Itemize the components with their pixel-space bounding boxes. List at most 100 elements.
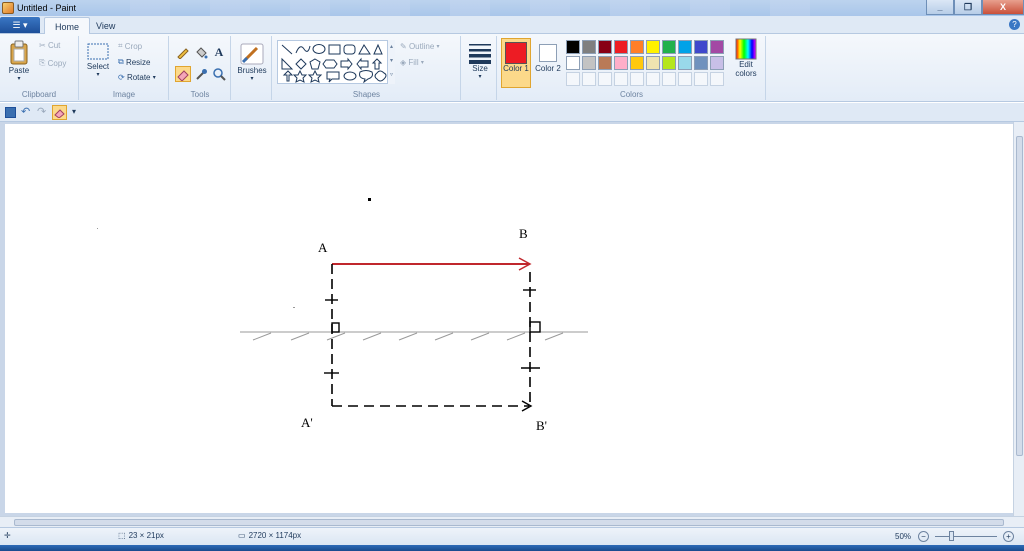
custom-color-slot[interactable] bbox=[678, 72, 692, 86]
crop-button[interactable]: ⌗ Crop bbox=[118, 41, 142, 51]
custom-color-slot[interactable] bbox=[710, 72, 724, 86]
palette-swatch[interactable] bbox=[662, 56, 676, 70]
zoom-out-icon[interactable]: − bbox=[918, 531, 930, 542]
custom-color-slot[interactable] bbox=[582, 72, 596, 86]
palette-swatch[interactable] bbox=[630, 56, 644, 70]
palette-swatch[interactable] bbox=[694, 40, 708, 54]
cut-button[interactable]: ✂ Cut bbox=[39, 41, 60, 50]
fill-label: Fill bbox=[408, 58, 419, 67]
palette-swatch[interactable] bbox=[646, 40, 660, 54]
scroll-down-icon: ▾ bbox=[389, 58, 393, 64]
select-dropdown-icon: ▾ bbox=[96, 72, 100, 78]
rotate-icon: ⟳ bbox=[118, 73, 125, 82]
palette-swatch[interactable] bbox=[598, 40, 612, 54]
zoom-slider[interactable] bbox=[935, 531, 998, 541]
clipboard-group-label: Clipboard bbox=[21, 90, 57, 99]
paste-dropdown-icon: ▾ bbox=[17, 76, 21, 82]
palette-swatch[interactable] bbox=[678, 40, 692, 54]
eyedropper-icon bbox=[196, 69, 207, 80]
zoom-in-icon[interactable]: + bbox=[1003, 531, 1015, 542]
shapes-gallery[interactable] bbox=[277, 40, 395, 84]
tab-home[interactable]: Home bbox=[44, 17, 91, 35]
select-button[interactable]: Select ▾ bbox=[84, 42, 112, 78]
maximize-button[interactable]: ❐ bbox=[954, 0, 982, 15]
custom-color-slot[interactable] bbox=[614, 72, 628, 86]
custom-color-slot[interactable] bbox=[662, 72, 676, 86]
tab-view[interactable]: View bbox=[86, 17, 125, 35]
brushes-dropdown-icon: ▾ bbox=[250, 76, 254, 82]
size-label: Size bbox=[472, 64, 488, 73]
palette-swatch[interactable] bbox=[598, 56, 612, 70]
eraser-quick-button[interactable] bbox=[52, 105, 67, 120]
horizontal-scroll-thumb[interactable] bbox=[14, 519, 1004, 526]
outline-button[interactable]: ✎ Outline ▾ bbox=[400, 42, 440, 51]
custom-color-slot[interactable] bbox=[566, 72, 580, 86]
fill-button[interactable]: ◈ Fill ▾ bbox=[400, 58, 424, 67]
size-button[interactable]: Size ▾ bbox=[465, 42, 495, 80]
zoom-slider-thumb[interactable] bbox=[949, 531, 955, 541]
zoom-level: 50% bbox=[895, 532, 912, 541]
magnifier-icon bbox=[213, 68, 226, 81]
paint-app-icon[interactable] bbox=[2, 2, 14, 14]
selection-size-text: 23 × 21px bbox=[128, 531, 164, 540]
save-icon[interactable] bbox=[5, 107, 16, 118]
horizontal-scrollbar[interactable] bbox=[0, 516, 1024, 527]
palette-swatch[interactable] bbox=[630, 40, 644, 54]
palette-swatch[interactable] bbox=[566, 56, 580, 70]
palette-swatch[interactable] bbox=[678, 56, 692, 70]
custom-color-slot[interactable] bbox=[694, 72, 708, 86]
brushes-group: Brushes ▾ bbox=[232, 36, 272, 100]
rotate-button[interactable]: ⟳ Rotate ▾ bbox=[118, 73, 156, 82]
clipboard-group: Paste ▾ ✂ Cut ⎘ Copy Clipboard bbox=[0, 36, 79, 100]
shapes-gallery-scroll[interactable]: ▴ ▾ ▿ bbox=[387, 40, 395, 84]
help-icon[interactable]: ? bbox=[1009, 19, 1020, 30]
shapes-gallery-icons bbox=[281, 43, 387, 84]
undo-icon[interactable]: ↶ bbox=[21, 105, 30, 118]
palette-swatch[interactable] bbox=[614, 40, 628, 54]
palette-swatch[interactable] bbox=[662, 40, 676, 54]
palette-swatch[interactable] bbox=[694, 56, 708, 70]
stray-dot bbox=[368, 198, 371, 201]
paintbrush-icon bbox=[240, 43, 264, 65]
edit-colors-label: Edit colors bbox=[735, 60, 757, 78]
vertical-scroll-thumb[interactable] bbox=[1016, 136, 1023, 456]
color1-label: Color 1 bbox=[503, 64, 529, 73]
drawing-canvas[interactable]: A B A' B' bbox=[5, 124, 1013, 513]
paint-menu-button[interactable]: ☰ ▾ bbox=[0, 17, 40, 33]
color2-button[interactable]: Color 2 bbox=[534, 38, 562, 88]
custom-color-slot[interactable] bbox=[598, 72, 612, 86]
text-tool[interactable]: A bbox=[211, 44, 227, 60]
eraser-tool[interactable] bbox=[175, 66, 191, 82]
palette-swatch[interactable] bbox=[710, 40, 724, 54]
palette-swatch[interactable] bbox=[710, 56, 724, 70]
color-picker-tool[interactable] bbox=[193, 66, 209, 82]
custom-color-slot[interactable] bbox=[646, 72, 660, 86]
palette-swatch[interactable] bbox=[582, 40, 596, 54]
magnifier-tool[interactable] bbox=[211, 66, 227, 82]
palette-swatch[interactable] bbox=[614, 56, 628, 70]
redo-icon[interactable]: ↷ bbox=[37, 105, 46, 118]
edit-colors-button[interactable]: Edit colors bbox=[730, 38, 762, 78]
palette-swatch[interactable] bbox=[582, 56, 596, 70]
brushes-button[interactable]: Brushes ▾ bbox=[236, 42, 268, 82]
color1-button[interactable]: Color 1 bbox=[501, 38, 531, 88]
pencil-tool[interactable] bbox=[175, 44, 191, 60]
minimize-button[interactable]: _ bbox=[926, 0, 954, 15]
fill-tool[interactable] bbox=[193, 44, 209, 60]
palette-swatch[interactable] bbox=[566, 40, 580, 54]
paste-label: Paste bbox=[8, 66, 30, 75]
tools-group: A Tools bbox=[170, 36, 231, 100]
zoom-controls: 50% − + bbox=[895, 531, 1015, 542]
select-label: Select bbox=[86, 62, 110, 71]
paste-button[interactable]: Paste ▾ bbox=[5, 40, 33, 82]
vertical-scrollbar[interactable] bbox=[1013, 122, 1024, 516]
selection-icon: ⬚ bbox=[118, 531, 126, 540]
title-bar-background bbox=[90, 0, 850, 16]
palette-swatch[interactable] bbox=[646, 56, 660, 70]
resize-button[interactable]: ⧉ Resize bbox=[118, 57, 150, 67]
customize-qat-icon[interactable]: ▾ bbox=[72, 107, 76, 116]
copy-button[interactable]: ⎘ Copy bbox=[39, 58, 66, 68]
custom-color-slot[interactable] bbox=[630, 72, 644, 86]
close-button[interactable]: X bbox=[982, 0, 1024, 15]
clipboard-icon bbox=[10, 40, 28, 65]
